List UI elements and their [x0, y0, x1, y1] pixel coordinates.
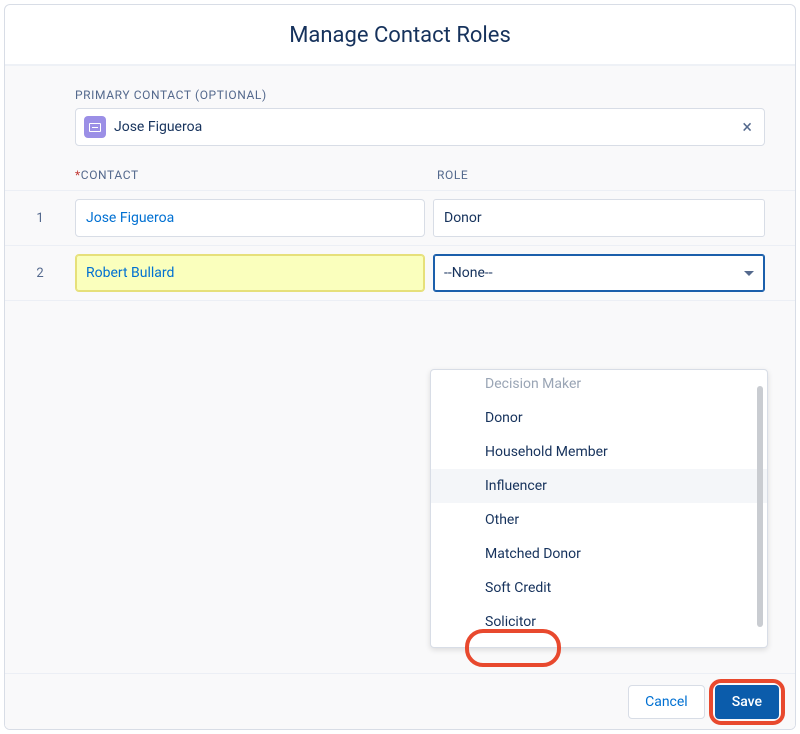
contact-lookup[interactable]: Robert Bullard	[75, 254, 425, 292]
role-option[interactable]: Influencer	[431, 469, 767, 503]
cancel-button[interactable]: Cancel	[628, 685, 705, 719]
role-option[interactable]: Solicitor	[431, 605, 767, 639]
role-select[interactable]: --None--	[433, 254, 765, 292]
role-dropdown: Decision Maker Donor Household Member In…	[430, 369, 768, 648]
role-select[interactable]: Donor	[433, 199, 765, 237]
page-title: Manage Contact Roles	[5, 23, 795, 48]
modal-body: PRIMARY CONTACT (OPTIONAL) Jose Figueroa…	[5, 66, 795, 729]
role-column-header: ROLE	[425, 168, 795, 182]
role-option[interactable]: Matched Donor	[431, 537, 767, 571]
contact-column-header: *CONTACT	[75, 168, 425, 182]
role-option[interactable]: Soft Credit	[431, 571, 767, 605]
modal-header: Manage Contact Roles	[5, 5, 795, 66]
scrollbar[interactable]	[757, 386, 763, 627]
modal-footer: Cancel Save	[5, 673, 795, 729]
primary-contact-value: Jose Figueroa	[114, 119, 738, 135]
row-number: 2	[5, 266, 75, 281]
contact-link[interactable]: Jose Figueroa	[86, 210, 174, 226]
role-option[interactable]: Other	[431, 503, 767, 537]
clear-icon[interactable]: ×	[738, 117, 756, 138]
contact-icon	[84, 116, 106, 138]
role-option[interactable]: Household Member	[431, 435, 767, 469]
column-headers: *CONTACT ROLE	[5, 162, 795, 191]
role-option[interactable]: Donor	[431, 401, 767, 435]
role-value: Donor	[444, 210, 482, 226]
save-button[interactable]: Save	[715, 685, 779, 719]
row-number: 1	[5, 211, 75, 226]
modal: Manage Contact Roles PRIMARY CONTACT (OP…	[4, 4, 796, 730]
role-option[interactable]: Decision Maker	[431, 374, 767, 401]
chevron-down-icon	[744, 271, 754, 276]
contact-link[interactable]: Robert Bullard	[86, 265, 174, 281]
table-row: 2 Robert Bullard --None--	[5, 246, 795, 301]
table-row: 1 Jose Figueroa Donor	[5, 191, 795, 246]
contact-lookup[interactable]: Jose Figueroa	[75, 199, 425, 237]
primary-contact-label: PRIMARY CONTACT (OPTIONAL)	[5, 66, 795, 108]
role-value: --None--	[444, 265, 493, 281]
primary-contact-input[interactable]: Jose Figueroa ×	[75, 108, 765, 146]
